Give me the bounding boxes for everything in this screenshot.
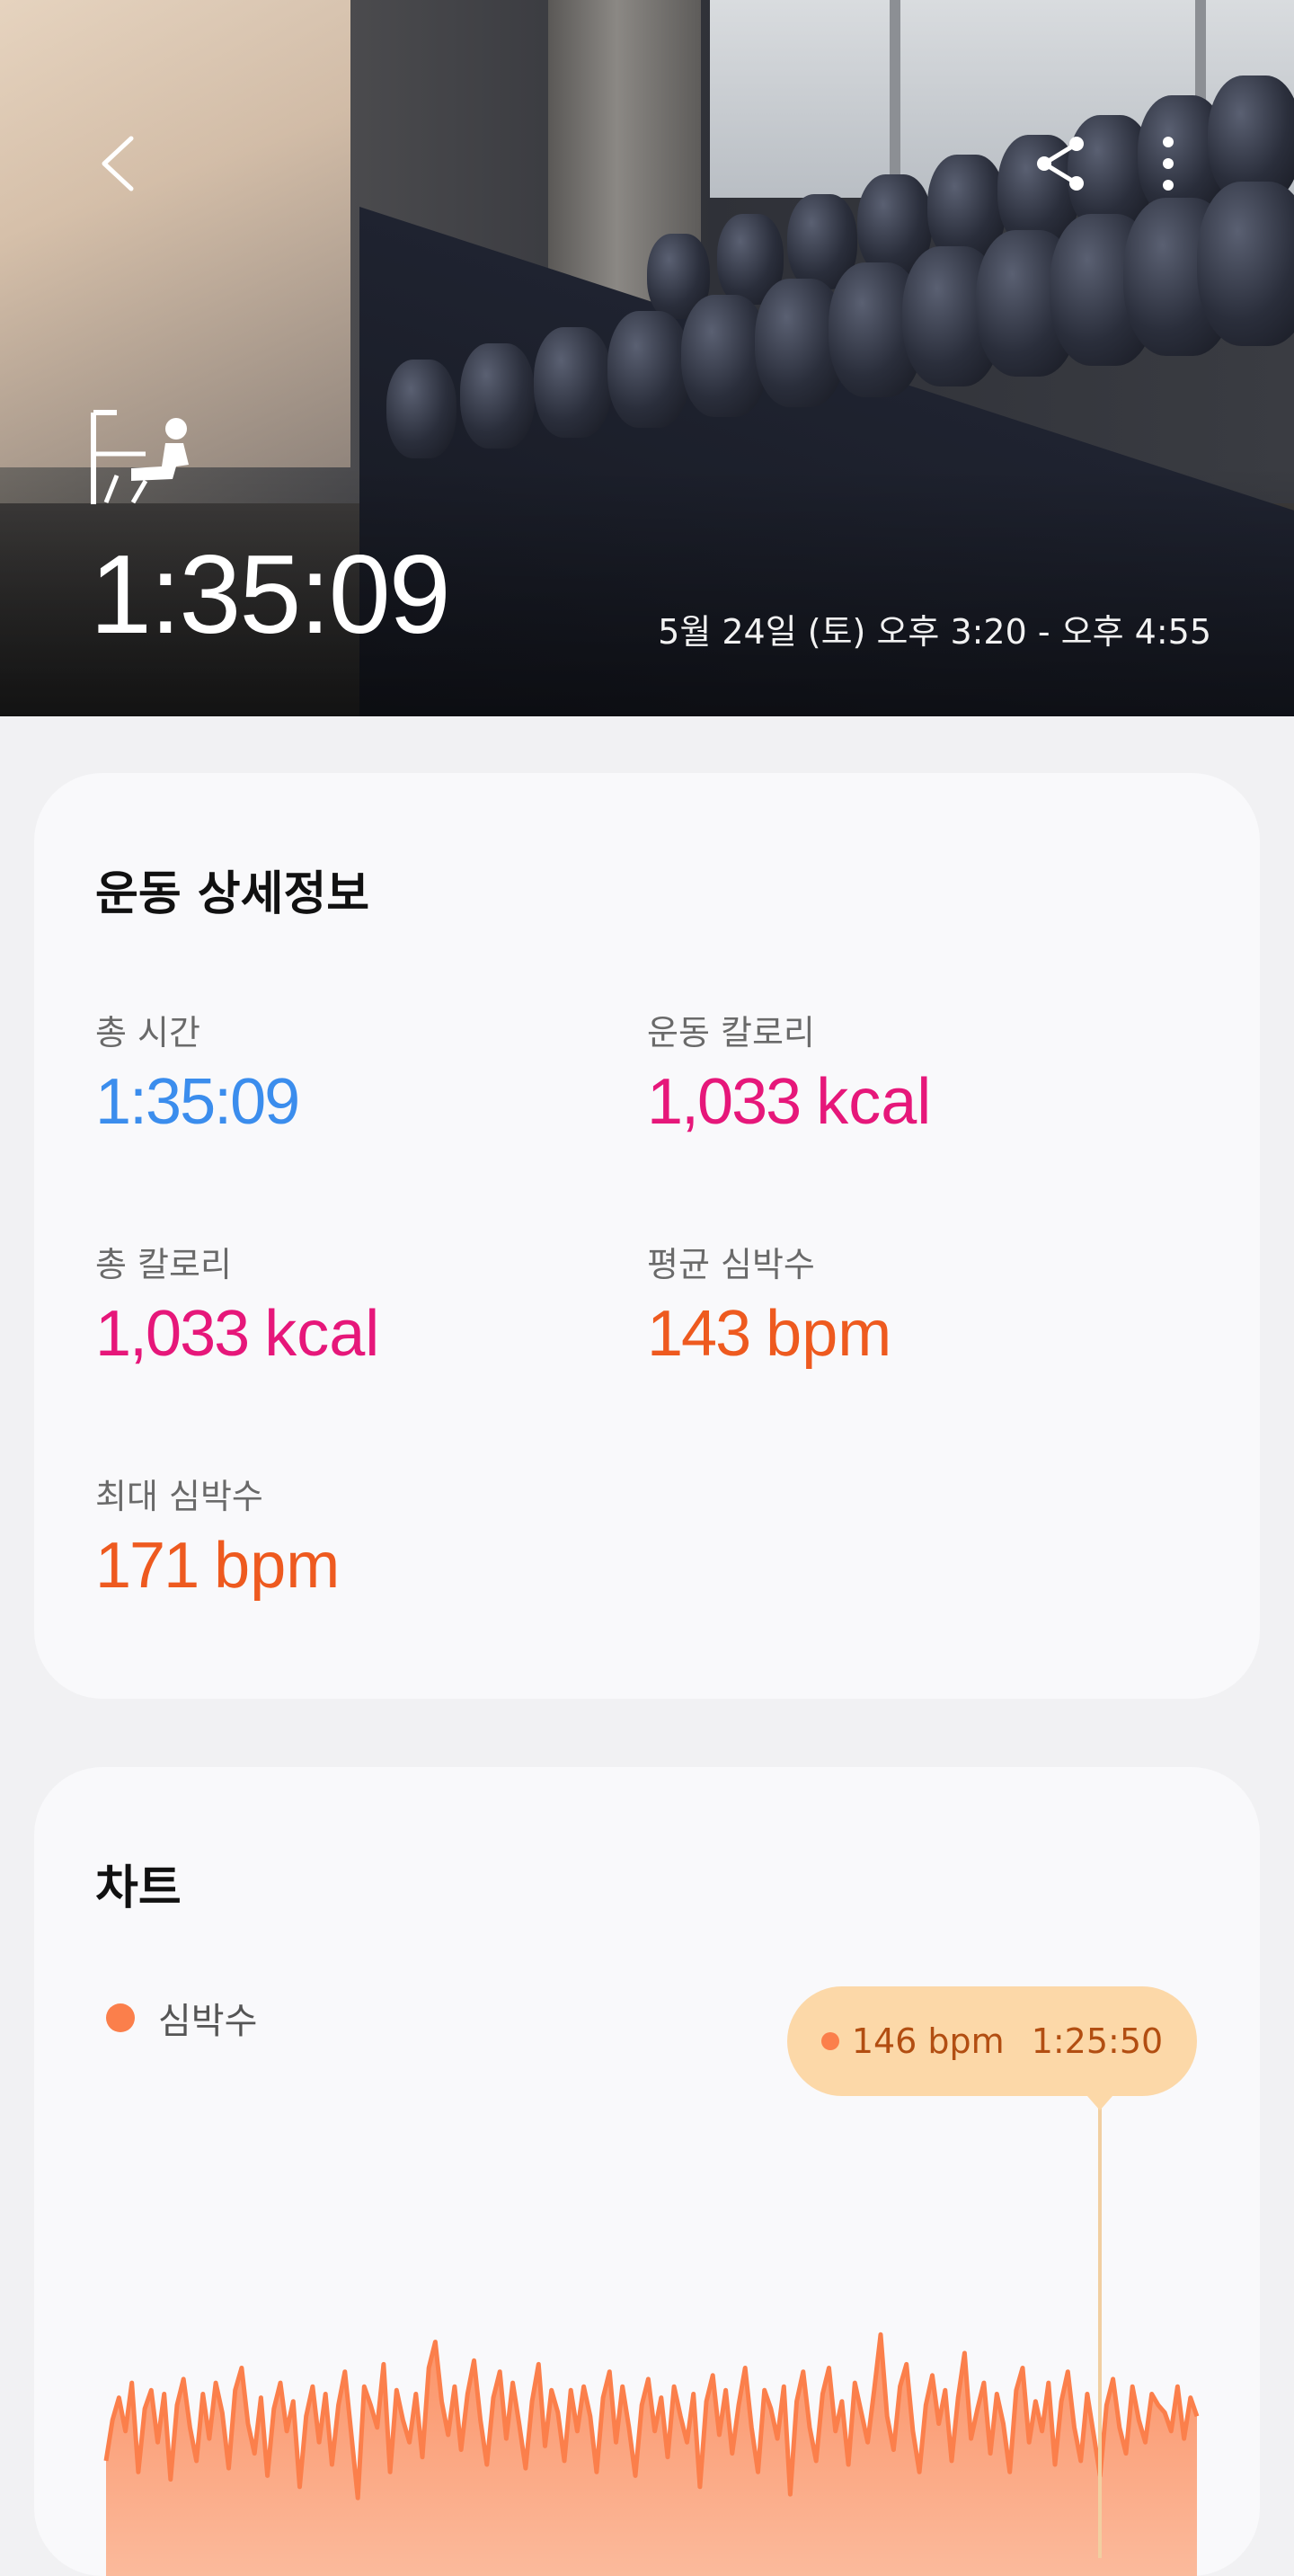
- stat-exercise-calories: 운동 칼로리 1,033 kcal: [647, 1016, 1150, 1134]
- chart-tooltip: 146 bpm 1:25:50: [787, 1986, 1197, 2096]
- stat-unit: kcal: [816, 1066, 932, 1138]
- stat-label: 평균 심박수: [647, 1245, 815, 1284]
- stat-number: 171: [95, 1530, 199, 1602]
- legend-dot-icon: [106, 2003, 135, 2032]
- tooltip-arrow: [1087, 2096, 1112, 2110]
- heart-rate-chart[interactable]: [34, 1767, 1260, 2576]
- dumbbell: [534, 327, 613, 439]
- stat-value: 171 bpm: [95, 1533, 598, 1598]
- chart-card: 차트 심박수 146 bpm 1:25:50: [34, 1767, 1260, 2576]
- hero-photo-window-left: [0, 0, 350, 467]
- stat-label: 최대 심박수: [95, 1477, 263, 1516]
- share-icon[interactable]: [1033, 135, 1087, 192]
- stat-avg-heart-rate: 평균 심박수 143 bpm: [647, 1248, 1150, 1366]
- tooltip-value: 146 bpm: [851, 2021, 1005, 2061]
- stat-number: 1,033: [647, 1066, 802, 1138]
- card-title: 운동 상세정보: [95, 867, 370, 921]
- workout-details-card: 운동 상세정보 총 시간 1:35:09 운동 칼로리 1,033 kcal 총…: [34, 773, 1260, 1699]
- hero-banner: 1:35:09 5월 24일 (토) 오후 3:20 - 오후 4:55: [0, 0, 1294, 716]
- dumbbell: [1197, 182, 1294, 346]
- stat-max-heart-rate: 최대 심박수 171 bpm: [95, 1479, 598, 1598]
- chart-cursor-line[interactable]: [1098, 2109, 1102, 2558]
- stat-total-calories: 총 칼로리 1,033 kcal: [95, 1248, 598, 1366]
- tooltip-dot-icon: [820, 2032, 839, 2050]
- hero-date-range: 5월 24일 (토) 오후 3:20 - 오후 4:55: [658, 612, 1211, 652]
- stat-unit: kcal: [264, 1298, 380, 1370]
- stat-unit: bpm: [214, 1530, 341, 1602]
- dumbbell: [460, 343, 535, 449]
- stat-value: 1,033 kcal: [95, 1301, 598, 1366]
- chart-legend: 심박수: [106, 1992, 257, 2044]
- dumbbell: [386, 360, 456, 458]
- stat-label: 총 시간: [95, 1013, 200, 1053]
- stat-value: 1,033 kcal: [647, 1070, 1150, 1134]
- stat-total-time: 총 시간 1:35:09: [95, 1016, 598, 1134]
- stat-value: 1:35:09: [95, 1070, 598, 1134]
- tooltip-time: 1:25:50: [1031, 2021, 1164, 2061]
- stat-label: 운동 칼로리: [647, 1013, 815, 1053]
- stat-unit: bpm: [766, 1298, 892, 1370]
- dumbbell: [607, 311, 691, 428]
- legend-label: 심박수: [158, 2001, 258, 2042]
- stat-number: 143: [647, 1298, 751, 1370]
- stat-value: 143 bpm: [647, 1301, 1150, 1366]
- chevron-left-icon[interactable]: [97, 135, 137, 192]
- stat-label: 총 칼로리: [95, 1245, 232, 1284]
- hero-duration: 1:35:09: [90, 533, 451, 657]
- weight-machine-icon: [90, 409, 198, 508]
- stat-number: 1,033: [95, 1298, 250, 1370]
- card-title: 차트: [95, 1861, 182, 1915]
- stat-number: 1:35:09: [95, 1066, 300, 1138]
- hero-photo-frame: [890, 0, 900, 198]
- more-vert-icon[interactable]: [1150, 135, 1186, 192]
